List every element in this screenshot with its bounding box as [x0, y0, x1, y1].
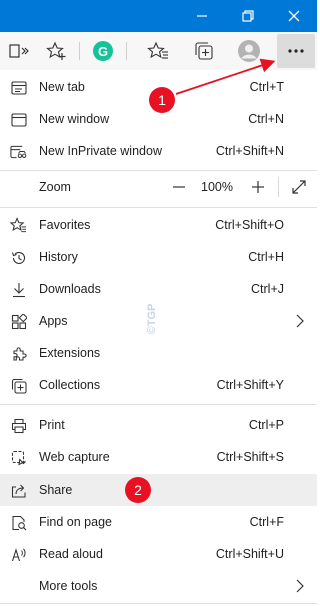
annotation-badge-1: 1 [149, 87, 175, 113]
annotation-badge-2: 2 [125, 477, 151, 503]
